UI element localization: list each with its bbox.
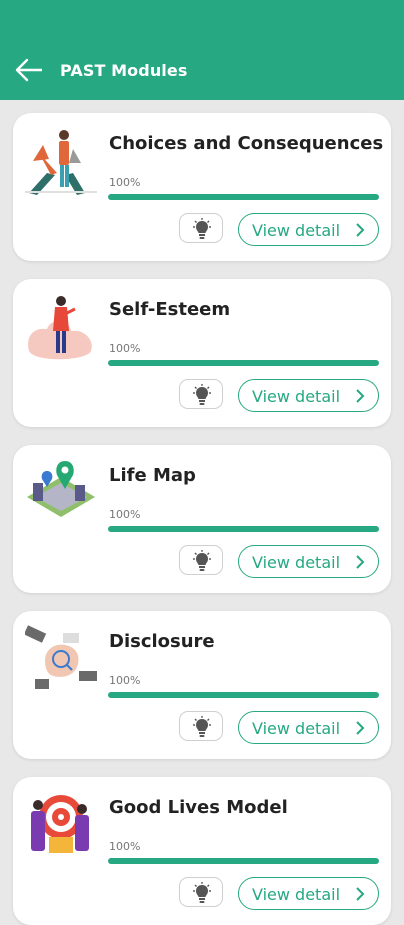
view-detail-label: View detail	[252, 221, 341, 240]
module-list: Choices and Consequences 100% View detai…	[0, 0, 404, 925]
tip-button[interactable]	[179, 545, 223, 575]
module-title: Self-Esteem	[109, 299, 231, 320]
progress-fill	[108, 526, 379, 532]
lightbulb-icon	[193, 716, 211, 737]
progress-bar	[108, 526, 379, 532]
progress-label: 100%	[109, 176, 141, 189]
tip-button[interactable]	[179, 379, 223, 409]
progress-label: 100%	[109, 508, 141, 521]
progress-label: 100%	[109, 674, 141, 687]
view-detail-button[interactable]: View detail	[238, 877, 379, 910]
tip-button[interactable]	[179, 213, 223, 243]
progress-fill	[108, 194, 379, 200]
module-title: Disclosure	[109, 631, 215, 652]
progress-fill	[108, 858, 379, 864]
target-goal-illustration	[25, 787, 97, 863]
progress-bar	[108, 194, 379, 200]
chevron-right-icon	[356, 555, 365, 569]
module-title: Life Map	[109, 465, 196, 486]
progress-bar	[108, 692, 379, 698]
view-detail-label: View detail	[252, 885, 341, 904]
module-card[interactable]: Disclosure 100% View detail	[13, 611, 391, 759]
module-card[interactable]: Choices and Consequences 100% View detai…	[13, 113, 391, 261]
module-card[interactable]: Life Map 100% View detail	[13, 445, 391, 593]
lightbulb-icon	[193, 882, 211, 903]
tip-button[interactable]	[179, 711, 223, 741]
app-bar: PAST Modules	[0, 0, 404, 100]
progress-fill	[108, 692, 379, 698]
module-title: Good Lives Model	[109, 797, 288, 818]
woman-reflection-illustration	[25, 289, 97, 365]
back-button[interactable]	[14, 56, 44, 84]
chevron-right-icon	[356, 223, 365, 237]
view-detail-label: View detail	[252, 387, 341, 406]
progress-label: 100%	[109, 342, 141, 355]
crossroads-illustration	[25, 123, 97, 199]
lightbulb-icon	[193, 550, 211, 571]
lightbulb-icon	[193, 218, 211, 239]
view-detail-label: View detail	[252, 553, 341, 572]
progress-bar	[108, 360, 379, 366]
progress-fill	[108, 360, 379, 366]
view-detail-button[interactable]: View detail	[238, 213, 379, 246]
lightbulb-icon	[193, 384, 211, 405]
tip-button[interactable]	[179, 877, 223, 907]
page-title: PAST Modules	[60, 61, 188, 80]
chevron-right-icon	[356, 389, 365, 403]
module-card[interactable]: Good Lives Model 100% View detail	[13, 777, 391, 925]
progress-label: 100%	[109, 840, 141, 853]
map-pin-illustration	[25, 455, 97, 531]
view-detail-button[interactable]: View detail	[238, 545, 379, 578]
handshake-illustration	[23, 621, 97, 697]
chevron-right-icon	[356, 721, 365, 735]
progress-bar	[108, 858, 379, 864]
view-detail-button[interactable]: View detail	[238, 379, 379, 412]
view-detail-button[interactable]: View detail	[238, 711, 379, 744]
arrow-left-icon	[15, 58, 42, 82]
module-title: Choices and Consequences	[109, 133, 384, 154]
view-detail-label: View detail	[252, 719, 341, 738]
module-card[interactable]: Self-Esteem 100% View detail	[13, 279, 391, 427]
chevron-right-icon	[356, 887, 365, 901]
